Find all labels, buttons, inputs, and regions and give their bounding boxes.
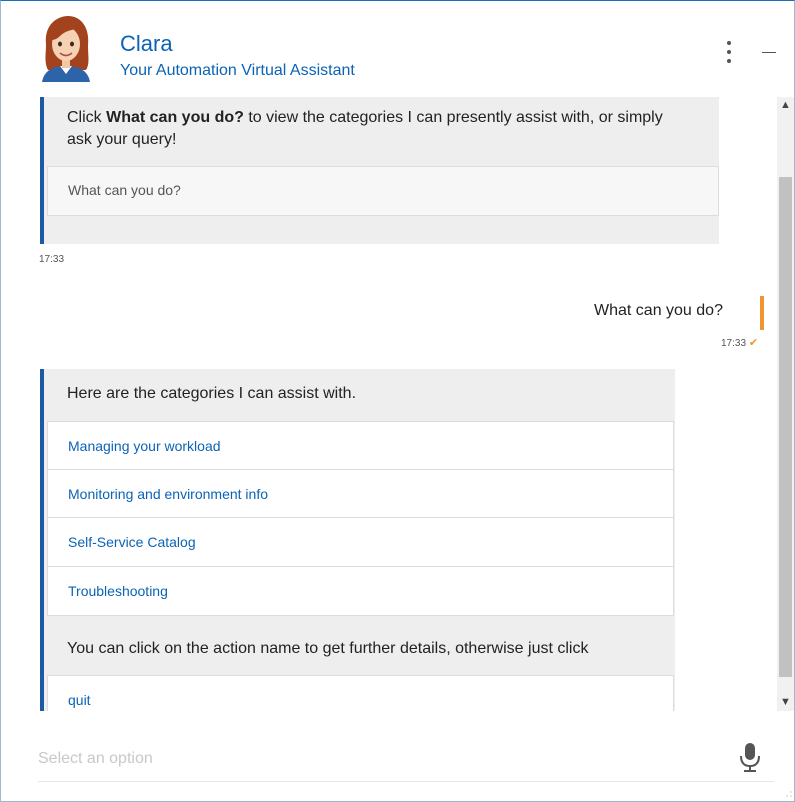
option-what-can-you-do[interactable]: What can you do? bbox=[47, 166, 719, 216]
microphone-icon[interactable] bbox=[738, 741, 762, 775]
minimize-icon bbox=[762, 52, 776, 53]
check-icon: ✔ bbox=[748, 337, 759, 349]
categories-footer-text: You can click on the action name to get … bbox=[67, 640, 589, 657]
chat-scrollbar[interactable]: ▲ ▼ bbox=[777, 97, 794, 711]
resize-grip-icon[interactable] bbox=[786, 791, 792, 797]
bot-timestamp: 17:33 bbox=[39, 254, 65, 265]
intro-bold-keyword: What can you do? bbox=[106, 109, 244, 126]
intro-text: Click What can you do? to view the categ… bbox=[67, 109, 663, 148]
minimize-button[interactable] bbox=[758, 39, 782, 65]
message-input[interactable] bbox=[38, 741, 718, 777]
assistant-name: Clara bbox=[120, 31, 173, 56]
categories-heading: Here are the categories I can assist wit… bbox=[67, 385, 357, 402]
assistant-avatar bbox=[42, 16, 90, 82]
message-input-area bbox=[38, 741, 774, 782]
user-timestamp: 17:33 ✔ bbox=[721, 337, 759, 349]
chevron-down-icon[interactable]: ▼ bbox=[777, 694, 794, 711]
assistant-subtitle: Your Automation Virtual Assistant bbox=[120, 62, 355, 79]
scrollbar-thumb[interactable] bbox=[779, 177, 792, 677]
category-troubleshooting[interactable]: Troubleshooting bbox=[47, 566, 674, 616]
vertical-ellipsis-icon bbox=[727, 41, 731, 45]
chat-header: Clara Your Automation Virtual Assistant bbox=[1, 1, 794, 97]
quit-option[interactable]: quit bbox=[47, 675, 674, 711]
user-message-accent bbox=[760, 296, 764, 330]
category-self-service-catalog[interactable]: Self-Service Catalog bbox=[47, 517, 674, 567]
more-options-button[interactable] bbox=[721, 39, 737, 65]
category-managing-workload[interactable]: Managing your workload bbox=[47, 421, 674, 470]
option-label: What can you do? bbox=[68, 182, 181, 198]
chevron-up-icon[interactable]: ▲ bbox=[777, 97, 794, 114]
chat-window: Clara Your Automation Virtual Assistant … bbox=[0, 0, 795, 802]
category-monitoring-environment[interactable]: Monitoring and environment info bbox=[47, 469, 674, 518]
user-message: What can you do? bbox=[594, 302, 723, 319]
chat-transcript: Click What can you do? to view the categ… bbox=[1, 97, 777, 711]
